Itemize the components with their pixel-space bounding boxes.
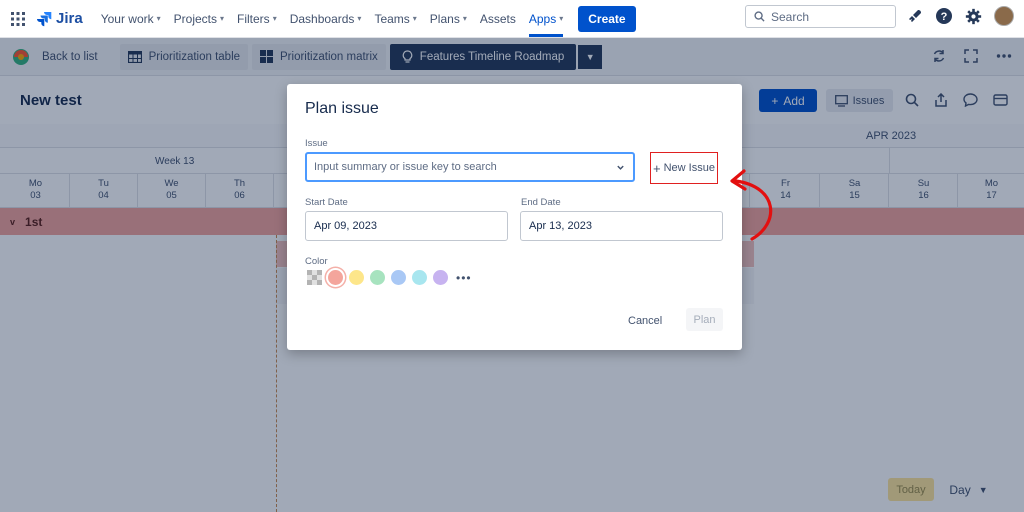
cancel-button[interactable]: Cancel [628,310,662,332]
no-color-swatch-icon[interactable] [307,270,322,285]
end-date-label: End Date [521,197,561,208]
color-swatch-teal[interactable] [412,270,427,285]
nav-your-work[interactable]: Your work ▾ [101,12,161,26]
color-swatch-blue[interactable] [391,270,406,285]
nav-plans[interactable]: Plans ▾ [430,12,467,26]
start-date-input[interactable]: Apr 09, 2023 [305,211,508,241]
jira-icon [37,11,52,26]
more-colors-button[interactable]: ••• [456,271,472,285]
settings-gear-icon[interactable] [965,8,982,25]
nav-dashboards-label: Dashboards [289,11,355,26]
nav-assets-label: Assets [479,11,516,26]
new-issue-label: New Issue [663,162,715,174]
nav-plans-label: Plans [429,11,460,26]
nav-assets[interactable]: Assets [480,12,516,26]
chevron-down-icon: ▾ [357,14,362,23]
nav-projects-label: Projects [173,11,217,26]
nav-your-work-label: Your work [100,11,154,26]
app-switcher-icon[interactable] [10,11,26,27]
jira-logo-text: Jira [56,10,83,27]
nav-apps-label: Apps [528,11,557,26]
plan-button[interactable]: Plan [686,308,723,331]
svg-text:?: ? [941,11,948,23]
nav-dashboards[interactable]: Dashboards ▾ [290,12,362,26]
end-date-input[interactable]: Apr 13, 2023 [520,211,723,241]
new-issue-button[interactable]: + New Issue [650,152,718,184]
nav-teams-label: Teams [374,11,410,26]
search-input[interactable]: Search [745,5,896,28]
issue-search-input[interactable]: Input summary or issue key to search [305,152,635,182]
dialog-title: Plan issue [305,100,379,117]
search-placeholder: Search [771,9,810,24]
color-swatch-red[interactable] [328,270,343,285]
nav-projects[interactable]: Projects ▾ [174,12,224,26]
chevron-down-icon: ▾ [412,14,417,23]
chevron-down-icon [617,165,624,170]
user-avatar[interactable] [994,6,1014,26]
plus-icon: + [653,160,661,176]
search-icon [754,11,765,22]
notifications-rocket-icon[interactable] [907,8,923,24]
annotation-arrow-icon [730,169,773,241]
chevron-down-icon: ▾ [220,14,225,23]
top-navigation: Jira Your work ▾ Projects ▾ Filters ▾ Dashb… [0,0,1024,38]
nav-filters[interactable]: Filters ▾ [237,12,277,26]
nav-filters-label: Filters [237,11,270,26]
chevron-down-icon: ▾ [462,14,467,23]
chevron-down-icon: ▾ [272,14,277,23]
nav-teams[interactable]: Teams ▾ [374,12,416,26]
color-swatch-green[interactable] [370,270,385,285]
start-date-label: Start Date [305,197,348,208]
color-picker: ••• [307,270,472,285]
chevron-down-icon: ▾ [156,14,161,23]
help-icon[interactable]: ? [935,7,953,25]
create-button[interactable]: Create [578,5,636,32]
chevron-down-icon: ▾ [559,14,564,23]
issue-search-placeholder: Input summary or issue key to search [314,161,497,173]
color-label: Color [305,256,328,267]
issue-label: Issue [305,138,328,149]
nav-apps[interactable]: Apps ▾ [528,11,564,37]
color-swatch-purple[interactable] [433,270,448,285]
color-swatch-yellow[interactable] [349,270,364,285]
plan-issue-dialog: Plan issue Issue Input summary or issue … [287,84,742,350]
jira-logo[interactable]: Jira [36,10,83,27]
